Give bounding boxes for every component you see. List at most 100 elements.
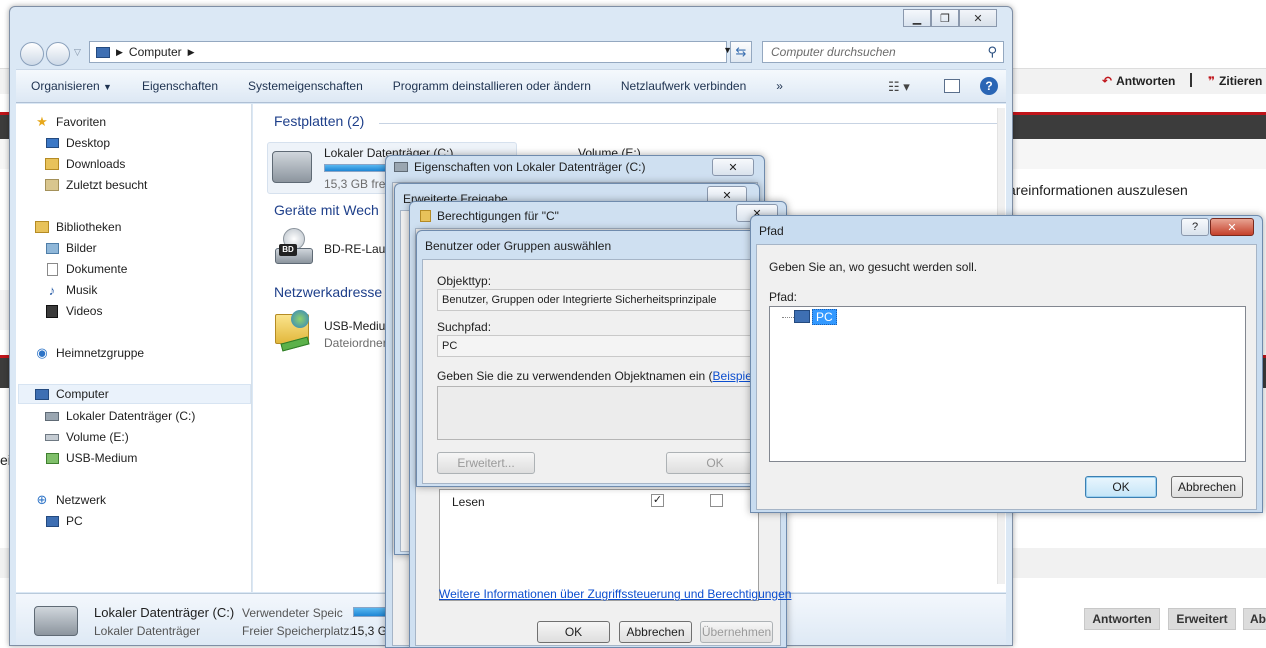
usb-share-icon: [273, 310, 315, 354]
nav-music[interactable]: ♪ Musik: [44, 280, 98, 300]
more-info-link[interactable]: Weitere Informationen über Zugriffssteue…: [439, 587, 791, 601]
usb-share-name[interactable]: USB-Mediu: [324, 319, 385, 333]
object-type-label: Objekttyp:: [437, 274, 492, 288]
tree-connector: [782, 317, 794, 318]
quote-label: Zitieren: [1219, 74, 1263, 88]
libraries-icon: [34, 219, 50, 235]
search-placeholder: Computer durchsuchen: [771, 45, 896, 59]
path-label: Pfad:: [769, 290, 798, 304]
group-network-locations[interactable]: Netzwerkadresse: [274, 284, 382, 300]
minimize-icon[interactable]: ▁: [903, 9, 931, 27]
nav-downloads[interactable]: Downloads: [44, 154, 125, 174]
computer-icon: [794, 310, 810, 323]
select-users-dialog: Benutzer oder Gruppen auswählen Objektty…: [416, 230, 769, 487]
reply-button[interactable]: Antworten: [1084, 608, 1160, 630]
nav-pictures[interactable]: Bilder: [44, 238, 97, 258]
view-options-icon[interactable]: ☷ ▾: [888, 79, 910, 95]
nav-network[interactable]: ⊕ Netzwerk: [34, 490, 106, 510]
maximize-icon[interactable]: ❐: [931, 9, 959, 27]
search-icon[interactable]: ⚲: [987, 44, 997, 60]
close-icon[interactable]: ✕: [1210, 218, 1254, 236]
windows-drive-icon: [44, 408, 60, 424]
properties-button[interactable]: Eigenschaften: [127, 79, 233, 93]
nav-homegroup[interactable]: ◉ Heimnetzgruppe: [34, 343, 144, 363]
nav-videos[interactable]: Videos: [44, 301, 102, 321]
reply-label: Antworten: [1116, 74, 1176, 88]
computer-icon: [96, 46, 110, 58]
nav-recent[interactable]: Zuletzt besucht: [44, 175, 147, 195]
object-names-input[interactable]: [437, 386, 767, 440]
music-icon: ♪: [48, 282, 56, 298]
navigation-pane: ★ Favoriten Desktop Downloads Zuletzt bes…: [16, 104, 252, 592]
nav-desktop[interactable]: Desktop: [44, 133, 110, 153]
history-dropdown-icon[interactable]: ▽: [74, 47, 81, 58]
nav-local-drive[interactable]: Lokaler Datenträger (C:): [44, 406, 195, 426]
cancel-button[interactable]: Abbrechen: [1171, 476, 1243, 498]
cancel-button[interactable]: Abbrechen: [619, 621, 692, 643]
uninstall-program-button[interactable]: Programm deinstallieren oder ändern: [378, 79, 606, 93]
apply-button[interactable]: Übernehmen: [700, 621, 773, 643]
back-button[interactable]: [20, 42, 44, 66]
more-button[interactable]: Ab: [1243, 608, 1266, 630]
preview-pane-icon[interactable]: [944, 79, 960, 93]
breadcrumb-computer[interactable]: Computer: [129, 45, 182, 59]
chevron-down-icon: ▼: [103, 82, 112, 92]
folder-icon: [420, 210, 431, 222]
more-commands-button[interactable]: »: [761, 79, 798, 93]
permissions-list: Lesen ✓: [439, 489, 759, 601]
tree-item-pc[interactable]: PC: [812, 309, 837, 325]
recent-places-icon: [44, 177, 60, 193]
desktop-icon: [44, 135, 60, 151]
homegroup-icon: ◉: [36, 345, 48, 360]
breadcrumb-chevron-icon[interactable]: ▶: [188, 47, 195, 58]
organize-menu[interactable]: Organisieren ▼: [16, 79, 127, 93]
system-properties-button[interactable]: Systemeigenschaften: [233, 79, 378, 93]
drive-c-free: 15,3 GB frei: [324, 177, 389, 191]
quote-link[interactable]: ❞ Zitieren: [1208, 74, 1262, 88]
address-bar[interactable]: ▶ Computer ▶ ▼: [89, 41, 732, 63]
nav-usb[interactable]: USB-Medium: [44, 448, 137, 468]
windows-drive-icon: [272, 151, 312, 183]
deny-read-checkbox[interactable]: [710, 494, 723, 507]
help-icon[interactable]: ?: [1181, 218, 1209, 236]
properties-title-text: Eigenschaften von Lokaler Datenträger (C…: [414, 160, 646, 174]
allow-read-checkbox[interactable]: ✓: [651, 494, 664, 507]
nav-documents[interactable]: Dokumente: [44, 259, 127, 279]
group-divider: [379, 123, 999, 124]
map-network-drive-button[interactable]: Netzlaufwerk verbinden: [606, 79, 761, 93]
details-free-label: Freier Speicherplatz:: [242, 624, 353, 638]
path-body: Geben Sie an, wo gesucht werden soll. Pf…: [756, 244, 1257, 510]
downloads-folder-icon: [44, 156, 60, 172]
ok-button[interactable]: OK: [1085, 476, 1157, 498]
object-type-field: Benutzer, Gruppen oder Integrierte Siche…: [437, 289, 767, 311]
help-icon[interactable]: ?: [980, 77, 998, 95]
nav-favorites[interactable]: ★ Favoriten: [34, 112, 106, 132]
advanced-button[interactable]: Erweitert...: [437, 452, 535, 474]
usb-drive-icon: [44, 450, 60, 466]
location-tree[interactable]: PC: [769, 306, 1246, 462]
windows-drive-icon: [34, 606, 78, 636]
reply-icon: ↶: [1102, 74, 1113, 88]
forward-button[interactable]: [46, 42, 70, 66]
close-icon[interactable]: ✕: [959, 9, 997, 27]
nav-computer[interactable]: Computer: [18, 384, 251, 404]
object-names-label: Geben Sie die zu verwendenden Objektname…: [437, 369, 769, 383]
group-removable[interactable]: Geräte mit Wech: [274, 202, 379, 218]
documents-icon: [44, 261, 60, 277]
reply-link[interactable]: ↶ Antworten: [1102, 74, 1175, 88]
pc-icon: [44, 513, 60, 529]
refresh-icon[interactable]: ⇆: [730, 41, 752, 63]
advanced-button[interactable]: Erweitert: [1168, 608, 1236, 630]
ok-button[interactable]: OK: [537, 621, 610, 643]
nav-volume-e[interactable]: Volume (E:): [44, 427, 129, 447]
group-hard-drives[interactable]: Festplatten (2): [274, 113, 364, 129]
close-icon[interactable]: ✕: [712, 158, 754, 176]
location-label: Suchpfad:: [437, 320, 492, 334]
nav-pc[interactable]: PC: [44, 511, 83, 531]
path-instruction: Geben Sie an, wo gesucht werden soll.: [769, 260, 978, 274]
nav-libraries[interactable]: Bibliotheken: [34, 217, 121, 237]
search-input[interactable]: Computer durchsuchen ⚲: [762, 41, 1004, 63]
bd-drive-name[interactable]: BD-RE-Lauf: [324, 242, 389, 256]
select-users-title: Benutzer oder Gruppen auswählen: [425, 239, 612, 253]
breadcrumb-separator-icon[interactable]: ▶: [116, 47, 123, 58]
